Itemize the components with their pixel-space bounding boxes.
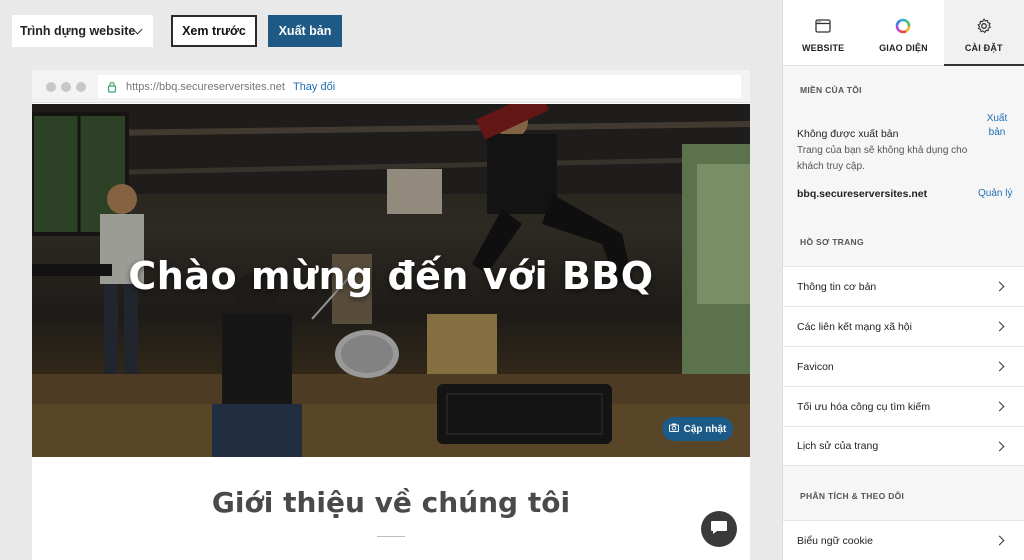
settings-item-label: Lịch sử của trang: [797, 440, 879, 452]
analytics-section-heading: PHÂN TÍCH & THEO DÕI: [800, 491, 905, 501]
site-preview: https://bbq.secureserversites.net Thay đ…: [32, 70, 750, 560]
settings-item-label: Biểu ngữ cookie: [797, 534, 873, 547]
lock-icon: [106, 81, 118, 93]
browser-window-icon: [815, 17, 831, 35]
browser-bar: https://bbq.secureserversites.net Thay đ…: [32, 70, 750, 103]
settings-item-social-links[interactable]: Các liên kết mạng xã hội: [783, 306, 1024, 346]
chevron-right-icon: [994, 401, 1005, 412]
panel-publish-link[interactable]: Xuất bản: [983, 112, 1011, 140]
hero-section: Chào mừng đến với BBQ Cập nhật: [32, 104, 750, 457]
tab-website[interactable]: WEBSITE: [783, 0, 863, 66]
tab-website-label: WEBSITE: [801, 43, 845, 53]
about-divider: [377, 536, 405, 537]
preview-button[interactable]: Xem trước: [171, 15, 257, 47]
chevron-right-icon: [994, 441, 1005, 452]
domain-section-heading: MIỀN CỦA TÔI: [800, 85, 862, 95]
settings-item-label: Tối ưu hóa công cụ tìm kiếm: [797, 400, 931, 413]
domain-name: bbq.secureserversites.net: [797, 188, 928, 200]
tab-theme[interactable]: GIAO DIỆN: [863, 0, 943, 66]
chat-button[interactable]: [701, 511, 737, 547]
panel-tabs: WEBSITE GIAO DIỆN CÀI ĐẶT: [783, 0, 1024, 66]
window-dot-icon: [76, 82, 86, 92]
publish-status-title: Không được xuất bản: [797, 128, 899, 140]
manage-domain-link[interactable]: Quản lý: [978, 188, 1012, 199]
update-image-button[interactable]: Cập nhật: [662, 417, 733, 441]
settings-item-label: Favicon: [797, 360, 834, 373]
builder-dropdown-label: Trình dựng website: [20, 24, 136, 38]
settings-item-favicon[interactable]: Favicon: [783, 346, 1024, 386]
color-wheel-icon: [895, 17, 911, 35]
tab-settings-label: CÀI ĐẶT: [964, 43, 1003, 53]
site-url: https://bbq.secureserversites.net: [126, 80, 285, 93]
tab-theme-label: GIAO DIỆN: [879, 43, 928, 53]
address-bar: https://bbq.secureserversites.net Thay đ…: [98, 75, 741, 98]
chevron-right-icon: [994, 535, 1005, 546]
settings-item-site-history[interactable]: Lịch sử của trang: [783, 426, 1024, 466]
about-heading[interactable]: Giới thiệu về chúng tôi: [32, 486, 750, 519]
settings-item-label: Các liên kết mạng xã hội: [797, 320, 912, 333]
publish-button[interactable]: Xuất bản: [268, 15, 342, 47]
chevron-right-icon: [994, 361, 1005, 372]
builder-dropdown[interactable]: Trình dựng website: [12, 15, 153, 47]
settings-item-seo[interactable]: Tối ưu hóa công cụ tìm kiếm: [783, 386, 1024, 426]
settings-item-label: Thông tin cơ bản: [797, 280, 877, 293]
camera-icon: [668, 423, 679, 435]
window-dot-icon: [46, 82, 56, 92]
profile-section-heading: HỒ SƠ TRANG: [800, 237, 864, 247]
chevron-right-icon: [994, 281, 1005, 292]
update-image-label: Cập nhật: [683, 423, 727, 435]
gear-icon: [976, 17, 992, 35]
change-domain-link[interactable]: Thay đổi: [293, 81, 335, 93]
hero-title[interactable]: Chào mừng đến với BBQ: [32, 254, 750, 298]
publish-status-description: Trang của bạn sẽ không khả dụng cho khác…: [797, 145, 968, 172]
window-dot-icon: [61, 82, 71, 92]
settings-item-cookie-banner[interactable]: Biểu ngữ cookie: [783, 520, 1024, 560]
settings-item-basic-info[interactable]: Thông tin cơ bản: [783, 266, 1024, 306]
chevron-right-icon: [994, 321, 1005, 332]
settings-panel: WEBSITE GIAO DIỆN CÀI ĐẶT MIỀN CỦA TÔI K…: [782, 0, 1024, 560]
chat-bubble-icon: [710, 519, 728, 540]
tab-settings[interactable]: CÀI ĐẶT: [943, 0, 1024, 66]
